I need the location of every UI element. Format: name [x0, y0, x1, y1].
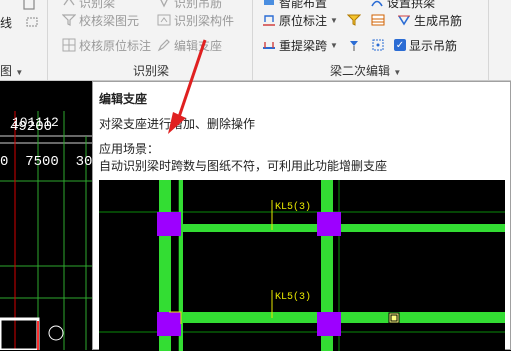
group-label-identify-beam: 识别梁 — [133, 64, 170, 78]
check-original-marks-button[interactable]: 校核原位标注 — [62, 37, 151, 53]
generate-hanger-label: 生成吊筋 — [414, 13, 463, 28]
identify-beam-component-button[interactable]: 识别梁构件 — [157, 12, 234, 28]
checkbox-checked-icon[interactable]: ✓ — [394, 39, 406, 51]
ribbon-partial-line[interactable]: 线 — [0, 14, 39, 30]
ribbon-partial-item-top[interactable] — [0, 0, 36, 12]
dotted-rect-icon — [25, 15, 39, 29]
beam-label-kl5-bottom: KL5(3) — [275, 292, 312, 303]
divider — [252, 0, 253, 80]
beam-label-kl5-top: KL5(3) — [275, 202, 312, 213]
identify-beam-icon — [62, 0, 76, 9]
smart-layout-icon — [262, 0, 276, 9]
grid-check-icon — [62, 38, 76, 52]
beam-grid-button[interactable] — [371, 37, 385, 53]
show-hanger-label: 显示吊筋 — [409, 38, 458, 53]
re-extract-span-button[interactable]: 重提梁跨 ▼ — [262, 37, 338, 53]
show-hanger-checkbox[interactable]: ✓ 显示吊筋 — [394, 37, 457, 53]
chevron-down-icon[interactable]: ▼ — [330, 16, 338, 25]
original-mark-button[interactable]: 原位标注 ▼ — [262, 12, 338, 28]
tooltip-scene-text: 自动识别梁时跨数与图纸不符，可利用此功能增删支座 — [99, 159, 388, 173]
identify-beam-label: 识别梁 — [79, 0, 116, 10]
original-mark-label: 原位标注 — [279, 13, 328, 28]
dotted-grid-icon — [371, 38, 385, 52]
check-original-marks-label: 校核原位标注 — [79, 38, 152, 53]
tooltip-scene-label: 应用场景： — [99, 142, 160, 156]
identify-hanger-button[interactable]: 识别吊筋 — [157, 0, 222, 10]
group-label-beam-edit: 梁二次编辑 ▼ — [330, 64, 402, 78]
group-label-partial: 图 ▼ — [0, 64, 24, 78]
divider — [47, 0, 48, 80]
square-icon — [22, 0, 36, 11]
chevron-down-icon: ▼ — [15, 68, 24, 77]
tooltip-edit-support: 编辑支座 对梁支座进行增加、删除操作 应用场景： 自动识别梁时跨数与图纸不符，可… — [92, 81, 511, 351]
identify-hanger-label: 识别吊筋 — [174, 0, 223, 10]
beam-pin-button[interactable] — [347, 37, 361, 53]
chevron-down-icon[interactable]: ▼ — [330, 41, 338, 50]
chevron-down-icon[interactable]: ▼ — [393, 68, 401, 77]
ribbon-partial-line-label: 线 — [0, 15, 13, 30]
generate-hanger-button[interactable]: 生成吊筋 — [397, 12, 462, 28]
tooltip-title: 编辑支座 — [99, 92, 148, 106]
arch-beam-icon — [370, 0, 384, 9]
check-beam-element-label: 校核梁图元 — [79, 13, 140, 28]
table-icon — [371, 13, 385, 27]
edit-support-icon — [157, 38, 171, 52]
original-mark-icon — [262, 13, 276, 27]
divider — [488, 0, 489, 80]
check-beam-element-button[interactable]: 校核梁图元 — [62, 12, 139, 28]
cad-label-num: 49200 — [10, 119, 53, 135]
pin-icon — [347, 38, 361, 52]
smart-layout-label: 智能布置 — [279, 0, 328, 10]
edit-support-label: 编辑支座 — [174, 38, 223, 53]
identify-hanger-icon — [157, 0, 171, 9]
ribbon: 线 图 ▼ 识别梁 识别吊筋 校核梁图元 识别梁构件 校核原位标注 编辑支座 识… — [0, 0, 511, 81]
tooltip-description: 对梁支座进行增加、删除操作 — [99, 117, 256, 131]
identify-beam-component-label: 识别梁构件 — [174, 13, 235, 28]
re-extract-span-label: 重提梁跨 — [279, 38, 328, 53]
re-extract-span-icon — [262, 38, 276, 52]
generate-hanger-icon — [397, 13, 411, 27]
cad-dims: 0 7500 30 — [0, 154, 92, 170]
identify-component-icon — [157, 13, 171, 27]
set-arch-beam-label: 设置拱梁 — [387, 0, 436, 10]
tooltip-preview-image: KL5(3) KL5(3) — [99, 180, 505, 351]
smart-layout-button[interactable]: 智能布置 — [262, 0, 327, 10]
beam-funnel-button[interactable] — [347, 12, 361, 28]
set-arch-beam-button[interactable]: 设置拱梁 — [370, 0, 435, 10]
funnel-icon — [347, 13, 361, 27]
identify-beam-button[interactable]: 识别梁 — [62, 0, 115, 10]
edit-support-button[interactable]: 编辑支座 — [157, 37, 222, 53]
cad-canvas[interactable]: 101112 49200 0 7500 30 — [0, 81, 92, 350]
beam-table-button[interactable] — [371, 12, 385, 28]
funnel-icon — [62, 13, 76, 27]
